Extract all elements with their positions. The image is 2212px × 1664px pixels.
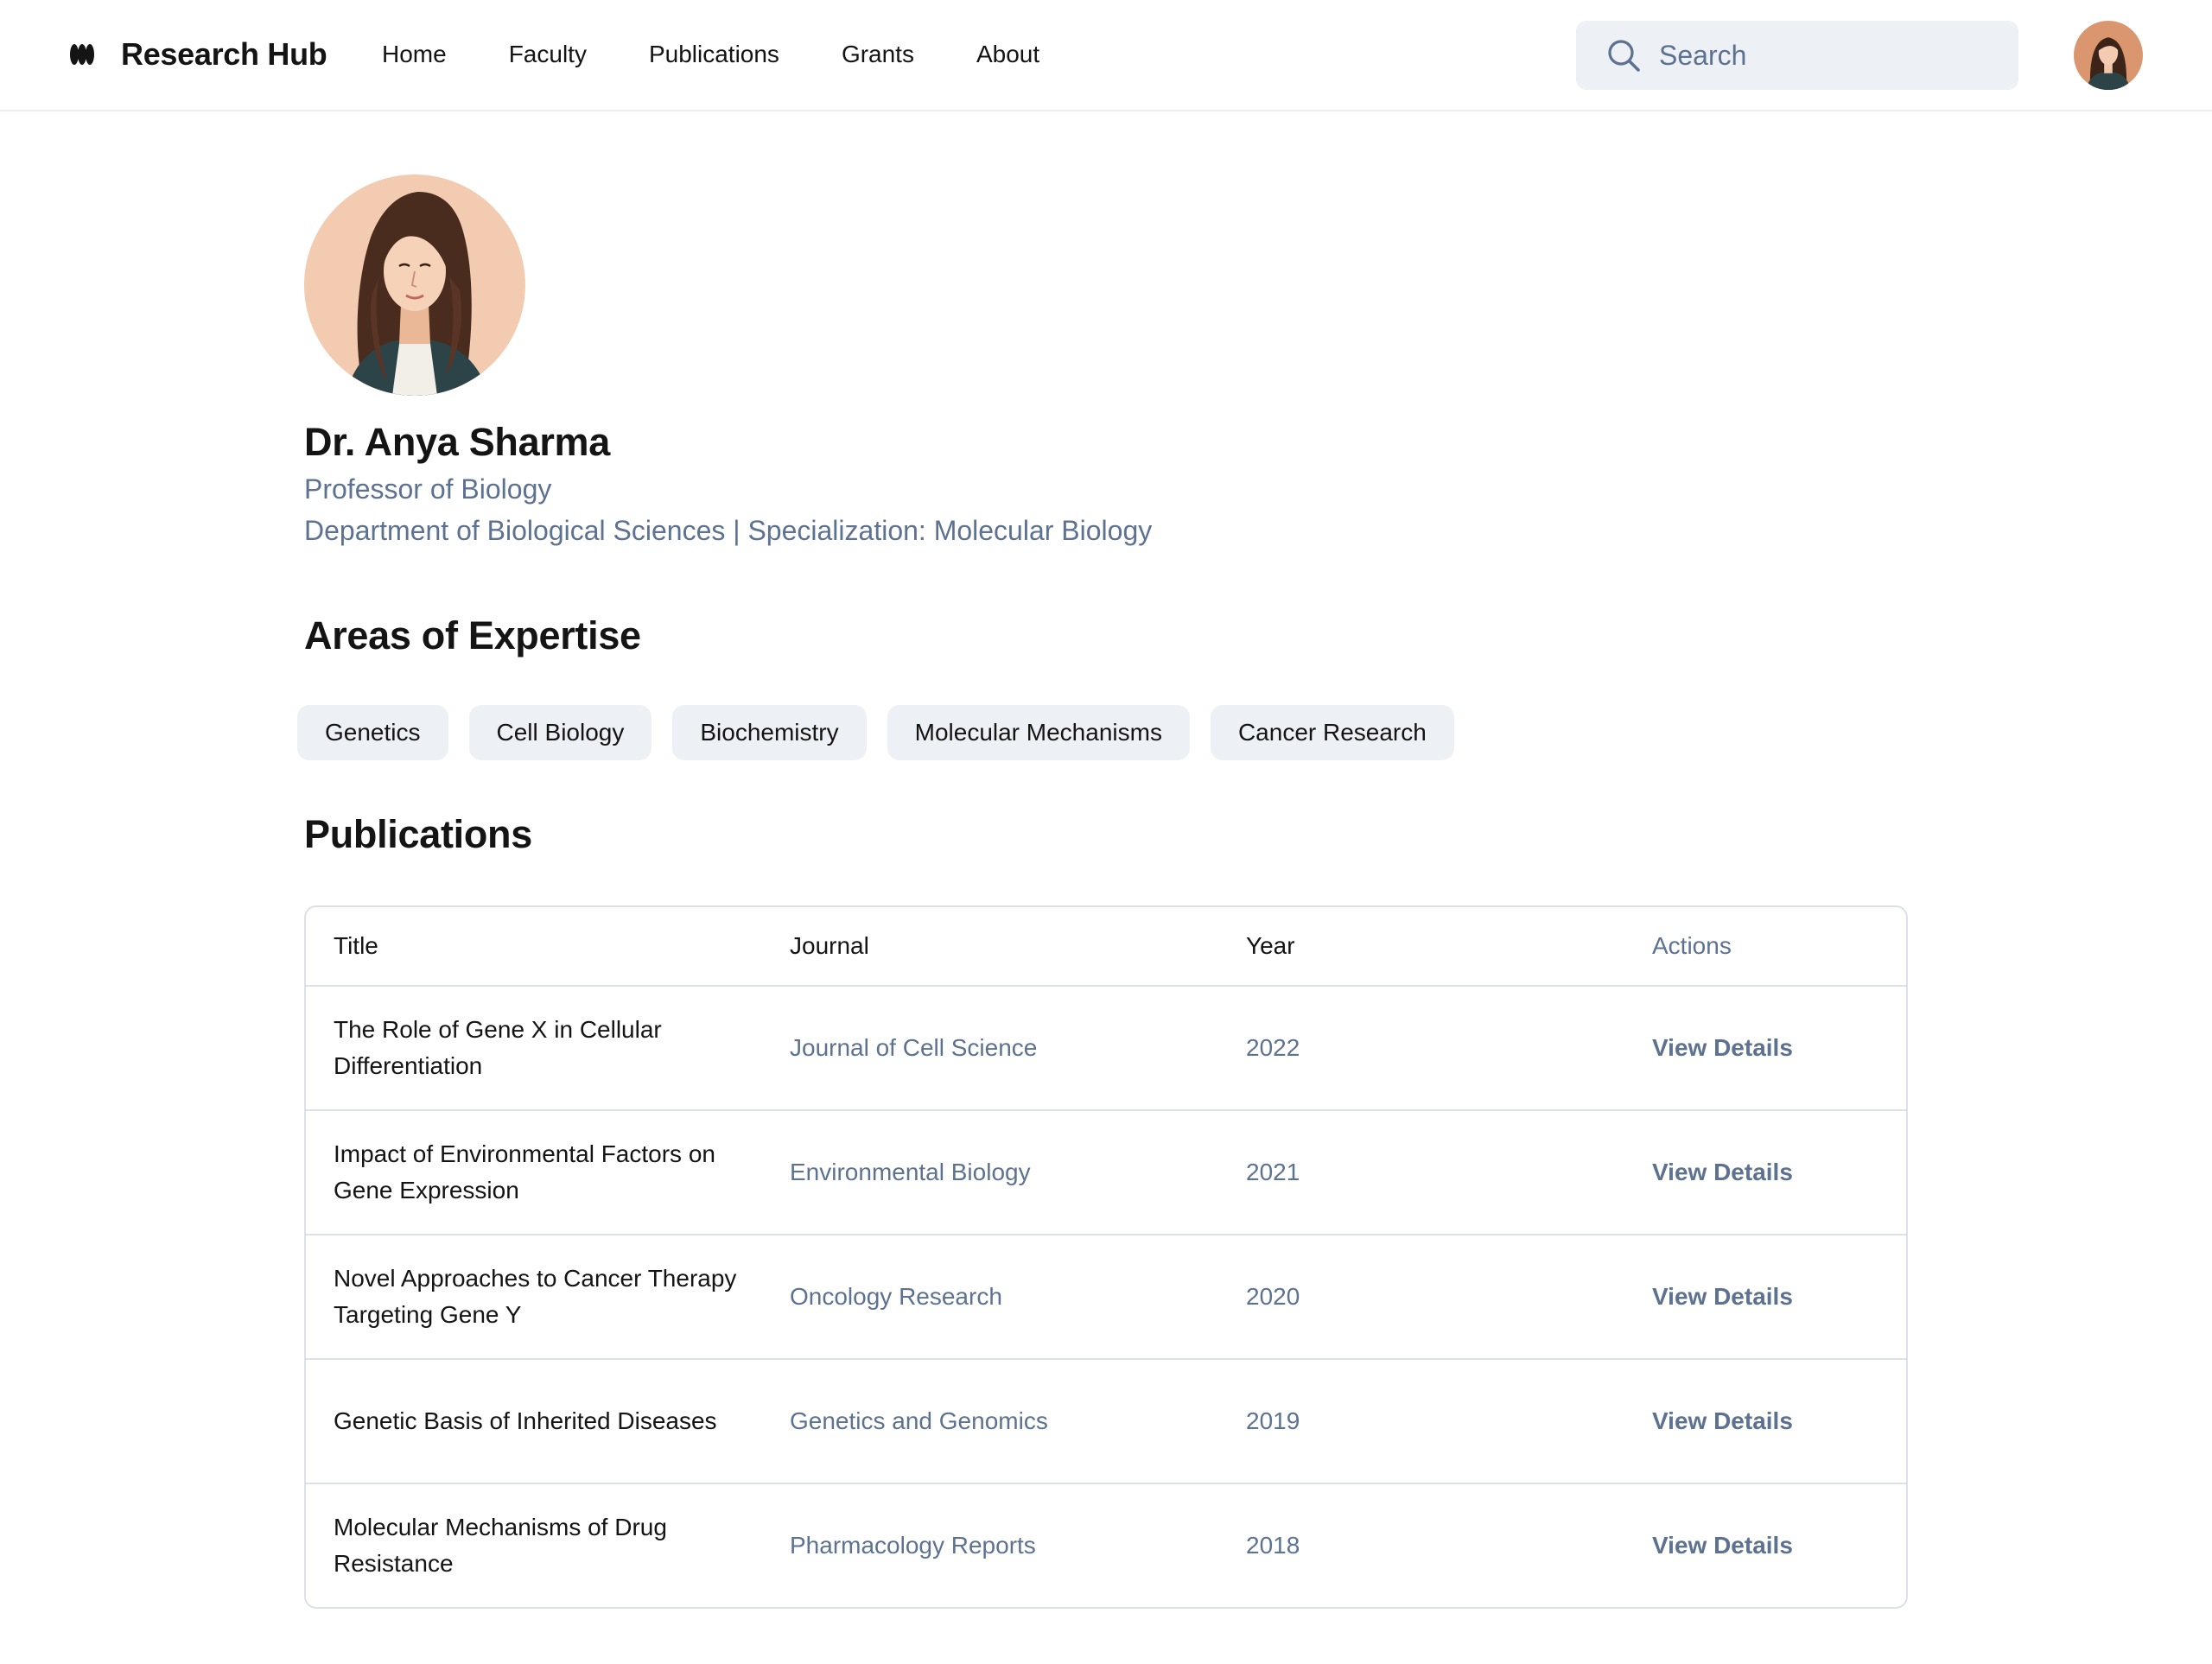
table-row: Molecular Mechanisms of Drug Resistance … [306,1483,1906,1607]
publication-title: The Role of Gene X in Cellular Different… [334,1016,662,1079]
column-header-title: Title [334,932,378,959]
view-details-link[interactable]: View Details [1652,1159,1793,1185]
publication-year: 2020 [1246,1283,1300,1310]
nav-home[interactable]: Home [382,41,447,68]
publication-title: Molecular Mechanisms of Drug Resistance [334,1514,667,1577]
brand-title: Research Hub [121,36,327,72]
tag-cell-biology[interactable]: Cell Biology [468,705,652,760]
profile-name: Dr. Anya Sharma [304,420,610,464]
table-row: The Role of Gene X in Cellular Different… [306,985,1906,1109]
publication-title: Novel Approaches to Cancer Therapy Targe… [334,1265,737,1328]
nav-about[interactable]: About [976,41,1039,68]
view-details-link[interactable]: View Details [1652,1283,1793,1310]
publication-year: 2018 [1246,1532,1300,1559]
top-navigation-bar: Research Hub Home Faculty Publications G… [0,0,2212,111]
profile-title: Professor of Biology [304,473,552,505]
tag-biochemistry[interactable]: Biochemistry [672,705,867,760]
view-details-link[interactable]: View Details [1652,1407,1793,1434]
publication-year: 2019 [1246,1407,1300,1434]
tag-cancer-research[interactable]: Cancer Research [1210,705,1454,760]
table-header-row: Title Journal Year Actions [306,907,1906,985]
column-header-actions: Actions [1652,932,1732,959]
profile-portrait-icon [304,175,525,396]
search-input[interactable] [1659,39,1987,72]
publication-journal: Environmental Biology [790,1159,1031,1185]
column-header-year: Year [1246,932,1295,959]
tag-genetics[interactable]: Genetics [297,705,448,760]
table-row: Novel Approaches to Cancer Therapy Targe… [306,1234,1906,1358]
view-details-link[interactable]: View Details [1652,1034,1793,1061]
nav-faculty[interactable]: Faculty [509,41,587,68]
tag-molecular-mechanisms[interactable]: Molecular Mechanisms [887,705,1190,760]
publications-heading: Publications [304,812,532,856]
nav-grants[interactable]: Grants [842,41,914,68]
column-header-journal: Journal [790,932,869,959]
expertise-tags: Genetics Cell Biology Biochemistry Molec… [297,705,1475,760]
main-nav: Home Faculty Publications Grants About [382,31,1102,78]
publication-journal: Journal of Cell Science [790,1034,1038,1061]
brand[interactable]: Research Hub [69,31,327,78]
user-avatar[interactable] [2074,21,2143,90]
publication-title: Impact of Environmental Factors on Gene … [334,1140,715,1204]
publications-table: Title Journal Year Actions The Role of G… [304,905,1908,1609]
view-details-link[interactable]: View Details [1652,1532,1793,1559]
publication-year: 2021 [1246,1159,1300,1185]
profile-photo [304,175,525,396]
table-row: Impact of Environmental Factors on Gene … [306,1109,1906,1234]
table-row: Genetic Basis of Inherited Diseases Gene… [306,1358,1906,1483]
profile-department: Department of Biological Sciences | Spec… [304,515,1153,546]
nav-publications[interactable]: Publications [649,41,779,68]
avatar-portrait-icon [2074,21,2143,90]
brand-logo-icon [70,44,94,65]
publication-title: Genetic Basis of Inherited Diseases [334,1407,717,1434]
publication-journal: Genetics and Genomics [790,1407,1048,1434]
publication-journal: Pharmacology Reports [790,1532,1036,1559]
search-icon [1608,40,1640,72]
publication-year: 2022 [1246,1034,1300,1061]
search-box[interactable] [1576,21,2018,90]
expertise-heading: Areas of Expertise [304,613,641,657]
publication-journal: Oncology Research [790,1283,1002,1310]
